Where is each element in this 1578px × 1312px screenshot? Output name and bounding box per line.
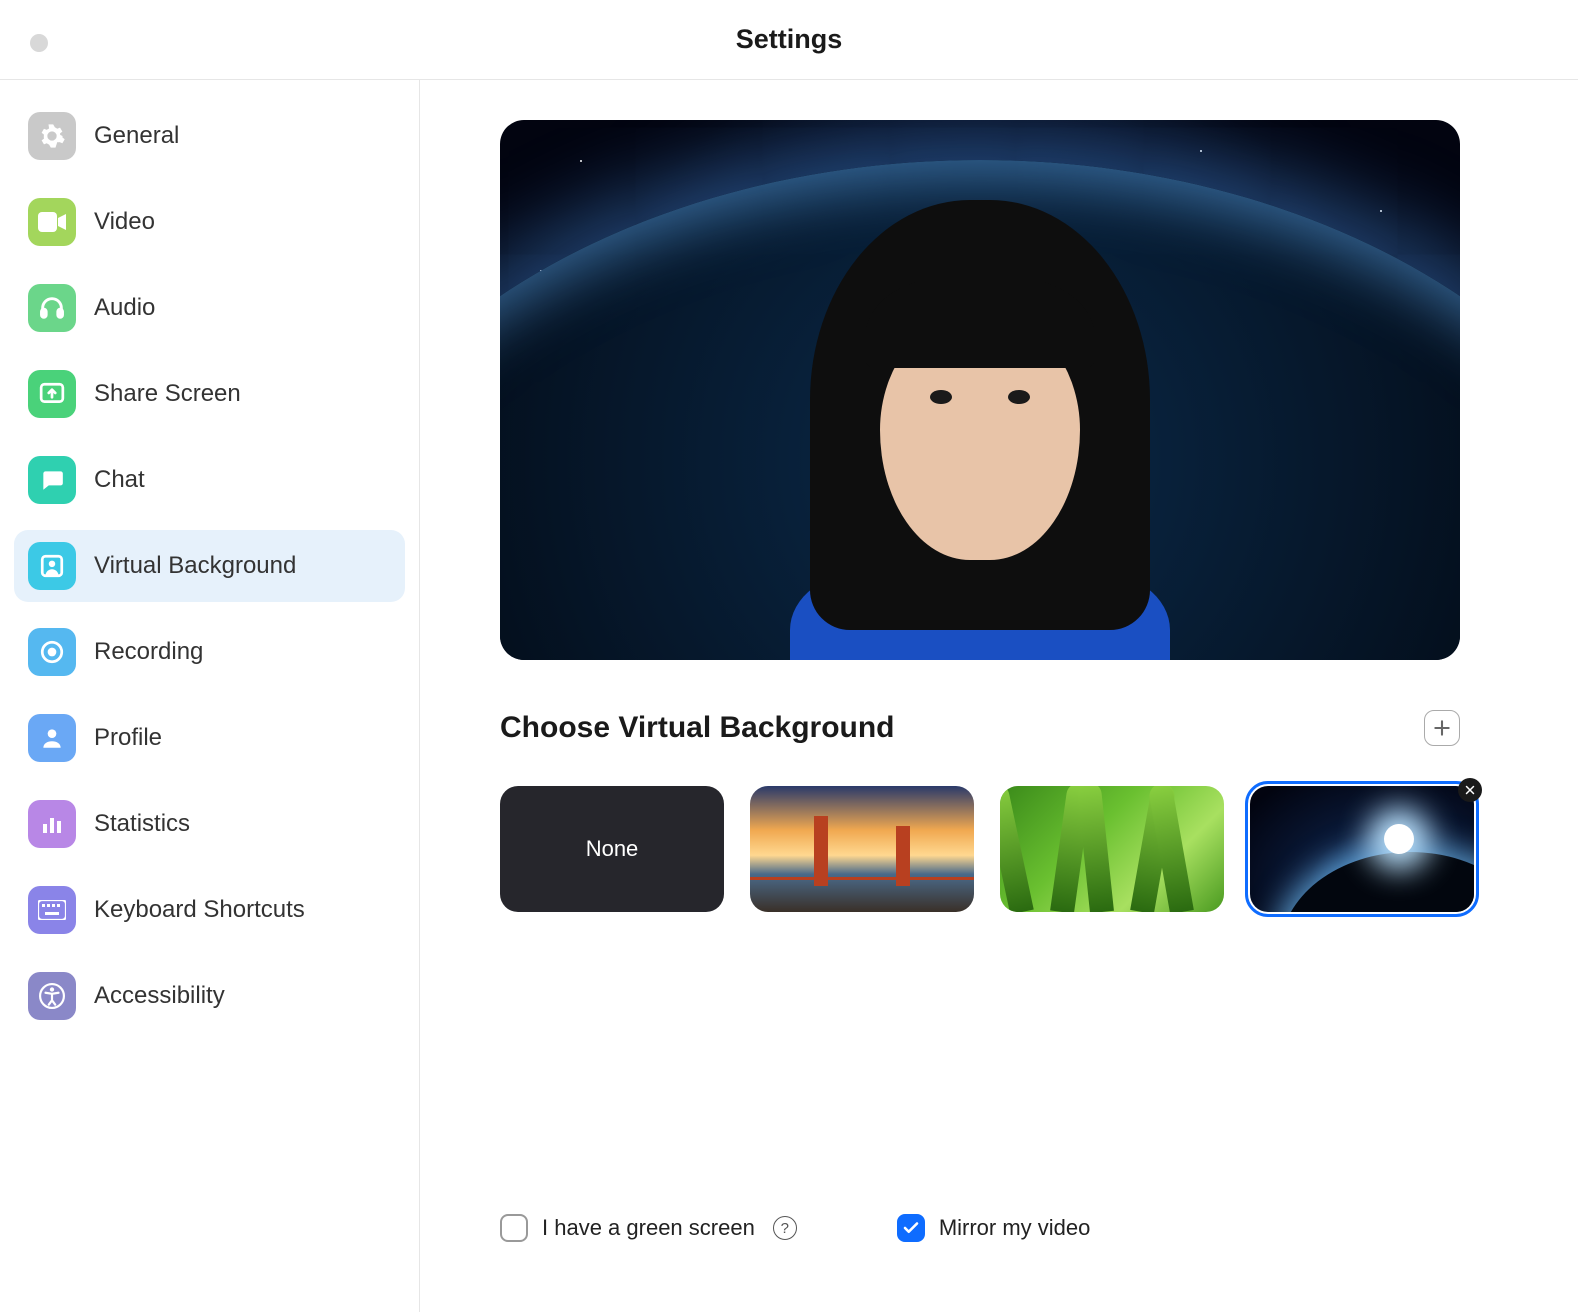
window-close-dot[interactable]	[30, 34, 48, 52]
sidebar-item-statistics[interactable]: Statistics	[14, 788, 405, 860]
sidebar-item-label: Chat	[94, 466, 145, 494]
sidebar-item-label: General	[94, 122, 179, 150]
video-preview	[500, 120, 1460, 660]
sidebar-item-keyboard-shortcuts[interactable]: Keyboard Shortcuts	[14, 874, 405, 946]
bg-thumb-none-label: None	[586, 836, 639, 862]
sidebar-item-share-screen[interactable]: Share Screen	[14, 358, 405, 430]
gear-icon	[28, 112, 76, 160]
sidebar-item-label: Profile	[94, 724, 162, 752]
sidebar-item-profile[interactable]: Profile	[14, 702, 405, 774]
sidebar: General Video Audio Share Screen Chat	[0, 80, 420, 1312]
mirror-option: Mirror my video	[897, 1214, 1091, 1242]
background-thumbnails: None	[500, 786, 1498, 912]
stats-icon	[28, 800, 76, 848]
section-title: Choose Virtual Background	[500, 711, 895, 745]
main-panel: Choose Virtual Background None	[420, 80, 1578, 1312]
footer-options: I have a green screen ? Mirror my video	[500, 1214, 1498, 1282]
sidebar-item-virtual-background[interactable]: Virtual Background	[14, 530, 405, 602]
sidebar-item-label: Share Screen	[94, 380, 241, 408]
sidebar-item-label: Audio	[94, 294, 155, 322]
green-screen-label: I have a green screen	[542, 1215, 755, 1241]
video-icon	[28, 198, 76, 246]
add-background-button[interactable]	[1424, 710, 1460, 746]
headphones-icon	[28, 284, 76, 332]
chat-icon	[28, 456, 76, 504]
sidebar-item-general[interactable]: General	[14, 100, 405, 172]
sidebar-item-recording[interactable]: Recording	[14, 616, 405, 688]
bg-thumb-space[interactable]	[1250, 786, 1474, 912]
sidebar-item-label: Statistics	[94, 810, 190, 838]
sidebar-item-audio[interactable]: Audio	[14, 272, 405, 344]
green-screen-checkbox[interactable]	[500, 1214, 528, 1242]
help-icon[interactable]: ?	[773, 1216, 797, 1240]
mirror-label: Mirror my video	[939, 1215, 1091, 1241]
sidebar-item-chat[interactable]: Chat	[14, 444, 405, 516]
portrait-icon	[28, 542, 76, 590]
sidebar-item-label: Recording	[94, 638, 203, 666]
keyboard-icon	[28, 886, 76, 934]
sidebar-item-label: Keyboard Shortcuts	[94, 896, 305, 924]
sidebar-item-video[interactable]: Video	[14, 186, 405, 258]
bg-thumb-grass[interactable]	[1000, 786, 1224, 912]
sidebar-item-label: Virtual Background	[94, 552, 296, 580]
sidebar-item-label: Video	[94, 208, 155, 236]
profile-icon	[28, 714, 76, 762]
record-icon	[28, 628, 76, 676]
share-icon	[28, 370, 76, 418]
bg-thumb-golden-gate[interactable]	[750, 786, 974, 912]
sidebar-item-label: Accessibility	[94, 982, 225, 1010]
green-screen-option: I have a green screen ?	[500, 1214, 797, 1242]
bg-thumb-none[interactable]: None	[500, 786, 724, 912]
window-title: Settings	[736, 24, 843, 55]
titlebar: Settings	[0, 0, 1578, 80]
accessibility-icon	[28, 972, 76, 1020]
sidebar-item-accessibility[interactable]: Accessibility	[14, 960, 405, 1032]
remove-background-button[interactable]	[1458, 778, 1482, 802]
mirror-checkbox[interactable]	[897, 1214, 925, 1242]
